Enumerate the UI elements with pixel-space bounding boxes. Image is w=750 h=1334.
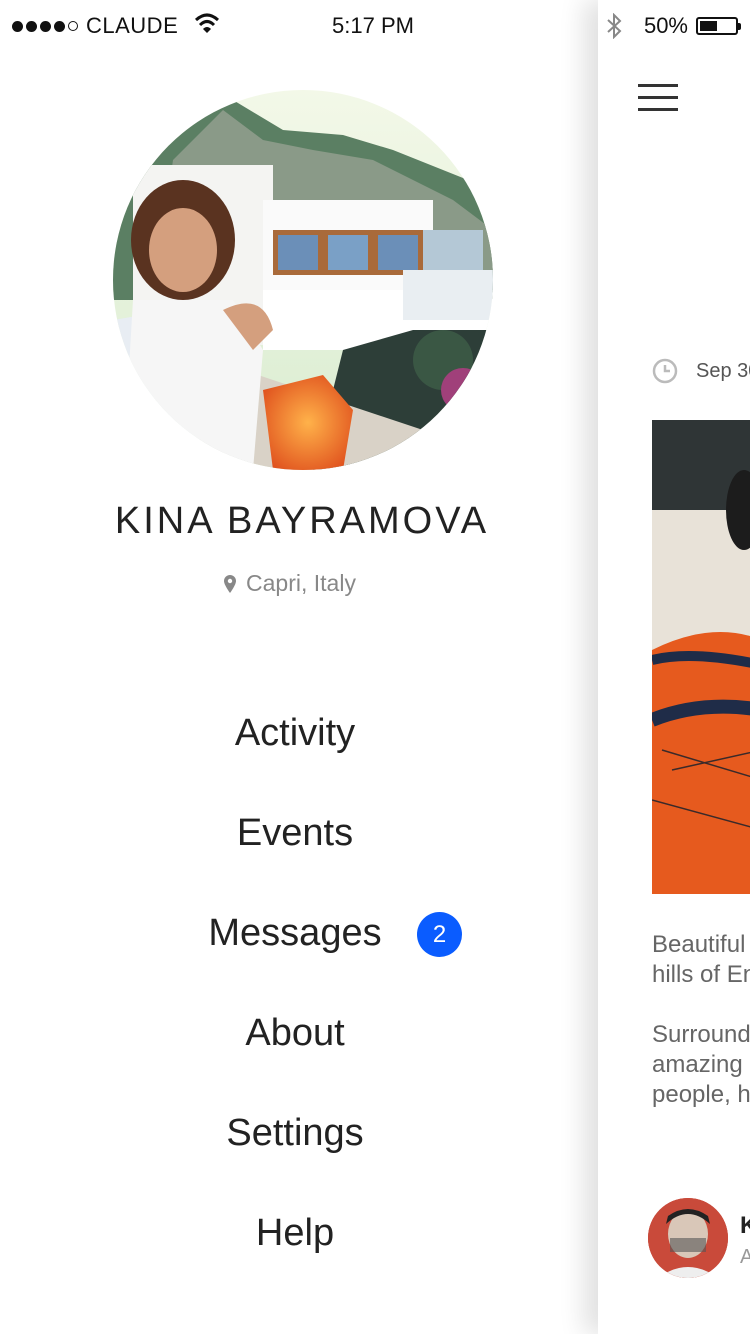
menu-item-events[interactable]: Events <box>0 800 598 900</box>
menu-item-label: Events <box>236 812 354 854</box>
post-image[interactable] <box>652 420 750 894</box>
profile-name: KINA BAYRAMOVA <box>114 500 490 542</box>
side-menu: KINA BAYRAMOVA Capri, Italy Activity Eve… <box>0 0 598 1334</box>
menu-item-label: Activity <box>234 712 356 754</box>
date-text: Sep 30 <box>696 359 750 382</box>
author-sub: A <box>740 1246 750 1268</box>
battery-icon <box>696 17 741 35</box>
profile-location: Capri, Italy <box>0 570 580 597</box>
bluetooth-icon <box>607 13 622 39</box>
status-bar: CLAUDE 5:17 PM 50% <box>0 0 750 52</box>
menu-item-settings[interactable]: Settings <box>0 1100 598 1200</box>
hamburger-menu-icon[interactable] <box>638 84 678 112</box>
messages-badge: 2 <box>417 912 462 957</box>
menu-item-label: Settings <box>226 1112 364 1154</box>
post-line: Surround <box>652 1021 750 1048</box>
menu-item-about[interactable]: About <box>0 1000 598 1100</box>
profile-photo[interactable] <box>113 90 493 470</box>
menu-item-label: Messages <box>208 912 382 954</box>
post-line: Beautiful <box>652 931 746 958</box>
menu-item-label: Help <box>255 1212 335 1254</box>
author-avatar[interactable] <box>648 1198 728 1278</box>
menu-item-help[interactable]: Help <box>0 1200 598 1300</box>
menu-item-activity[interactable]: Activity <box>0 700 598 800</box>
menu-item-messages[interactable]: Messages <box>0 900 598 1000</box>
post-date: Sep 30 <box>652 358 750 384</box>
post-line: people, h <box>652 1081 750 1108</box>
menu-nav: Activity Events Messages About Settings … <box>0 700 598 1300</box>
battery-percent: 50% <box>643 13 688 38</box>
clock-icon <box>652 358 678 384</box>
status-right: 50% <box>606 13 741 39</box>
author-name: K <box>740 1212 750 1239</box>
location-pin-icon <box>224 574 237 593</box>
menu-item-label: About <box>245 1012 345 1054</box>
location-text: Capri, Italy <box>246 570 356 596</box>
post-line: amazing <box>652 1051 743 1078</box>
post-line: hills of En <box>652 961 750 988</box>
content-panel: Sep 30 Beautiful hills of En Surround amaz… <box>598 0 750 1334</box>
post-text: Beautiful hills of En Surround amazing peop… <box>652 930 750 1140</box>
